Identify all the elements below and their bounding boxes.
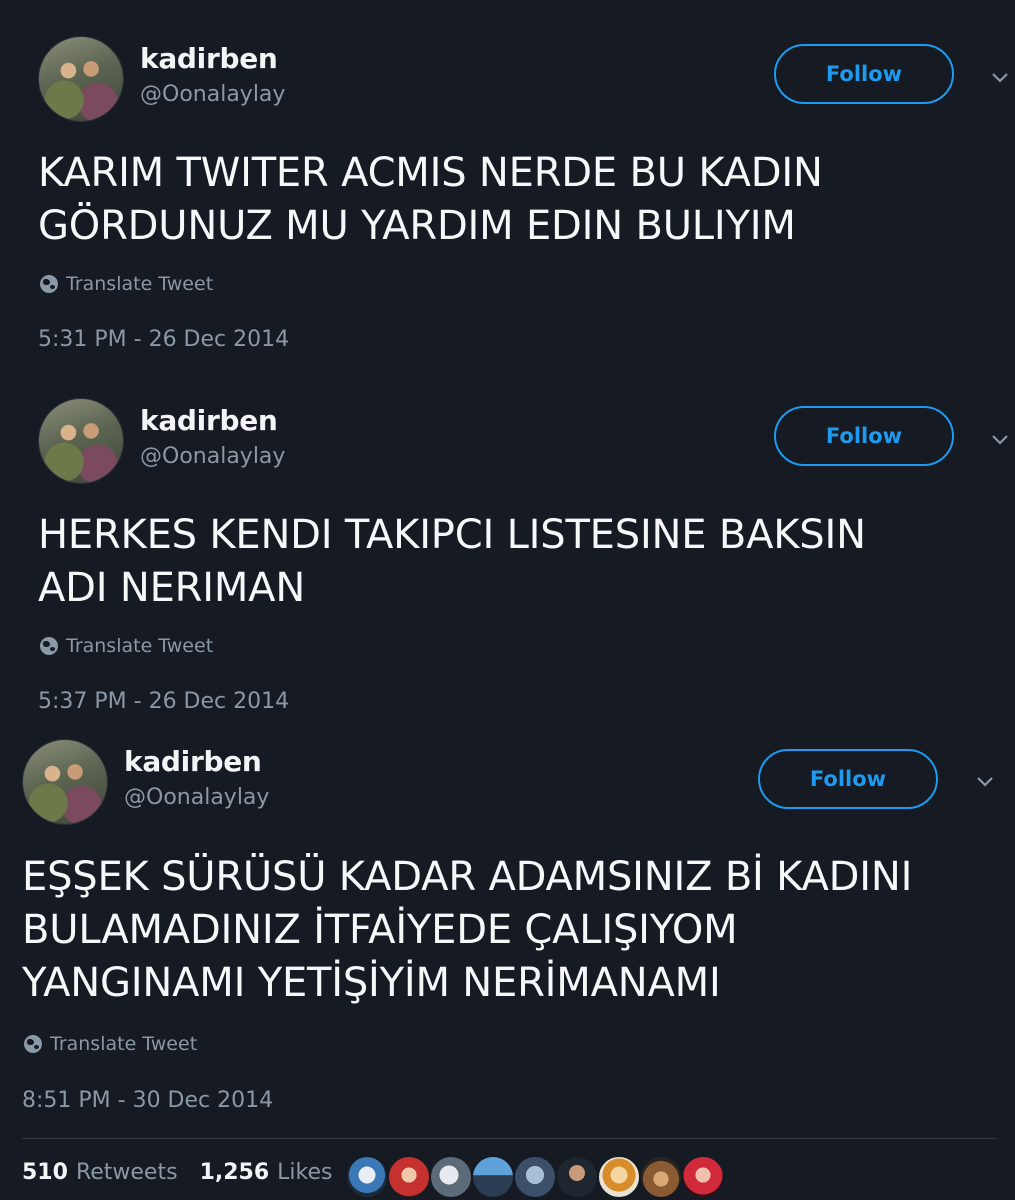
tweet-timestamp[interactable]: 5:31 PM - 26 Dec 2014 xyxy=(38,327,289,352)
liker-avatar[interactable] xyxy=(429,1155,473,1199)
display-name[interactable]: kadirben xyxy=(140,404,278,437)
translate-label: Translate Tweet xyxy=(50,1033,198,1055)
liker-avatar[interactable] xyxy=(639,1155,683,1199)
user-avatar[interactable] xyxy=(22,739,108,825)
translate-tweet-link[interactable]: Translate Tweet xyxy=(40,635,213,657)
translate-tweet-link[interactable]: Translate Tweet xyxy=(40,273,213,295)
liker-avatar[interactable] xyxy=(345,1155,389,1199)
chevron-down-icon[interactable] xyxy=(990,430,1010,450)
tweet-text: KARIM TWITER ACMIS NERDE BU KADIN GÖRDUN… xyxy=(38,147,823,253)
user-handle[interactable]: @Oonalaylay xyxy=(124,785,269,810)
chevron-down-icon[interactable] xyxy=(975,772,995,792)
display-name[interactable]: kadirben xyxy=(124,745,262,778)
divider xyxy=(22,1138,997,1139)
translate-label: Translate Tweet xyxy=(66,273,214,295)
retweets-label[interactable]: Retweets xyxy=(76,1160,178,1185)
display-name[interactable]: kadirben xyxy=(140,42,278,75)
translate-label: Translate Tweet xyxy=(66,635,214,657)
liker-avatar[interactable] xyxy=(387,1155,431,1199)
tweet-text-line: BULAMADINIZ İTFAİYEDE ÇALIŞIYOM xyxy=(22,907,738,953)
liker-avatar[interactable] xyxy=(597,1155,641,1199)
liker-avatar[interactable] xyxy=(471,1155,515,1199)
tweet-thread-screenshot: kadirben @Oonalaylay Follow KARIM TWITER… xyxy=(0,0,1015,1200)
liker-avatar[interactable] xyxy=(681,1155,725,1199)
user-avatar[interactable] xyxy=(38,398,124,484)
liker-avatar[interactable] xyxy=(513,1155,557,1199)
globe-icon xyxy=(40,275,58,293)
tweet-3: kadirben @Oonalaylay Follow EŞŞEK SÜRÜSÜ… xyxy=(0,705,1015,1135)
globe-icon xyxy=(24,1035,42,1053)
likes-label[interactable]: Likes xyxy=(277,1160,332,1185)
user-avatar[interactable] xyxy=(38,36,124,122)
follow-button[interactable]: Follow xyxy=(758,749,938,809)
tweet-text: HERKES KENDI TAKIPCI LISTESINE BAKSIN AD… xyxy=(38,509,866,615)
translate-tweet-link[interactable]: Translate Tweet xyxy=(24,1033,197,1055)
user-handle[interactable]: @Oonalaylay xyxy=(140,82,285,107)
tweet-text-line: EŞŞEK SÜRÜSÜ KADAR ADAMSINIZ Bİ KADINI xyxy=(22,854,913,900)
tweet-text-line: ADI NERIMAN xyxy=(38,565,306,611)
follow-button[interactable]: Follow xyxy=(774,44,954,104)
chevron-down-icon[interactable] xyxy=(990,68,1010,88)
tweet-text-line: HERKES KENDI TAKIPCI LISTESINE BAKSIN xyxy=(38,512,866,558)
tweet-text-line: GÖRDUNUZ MU YARDIM EDIN BULIYIM xyxy=(38,203,796,249)
tweet-1: kadirben @Oonalaylay Follow KARIM TWITER… xyxy=(0,0,1015,370)
user-handle[interactable]: @Oonalaylay xyxy=(140,444,285,469)
liker-avatar[interactable] xyxy=(555,1155,599,1199)
follow-button[interactable]: Follow xyxy=(774,406,954,466)
tweet-text-line: KARIM TWITER ACMIS NERDE BU KADIN xyxy=(38,150,823,196)
tweet-2: kadirben @Oonalaylay Follow HERKES KENDI… xyxy=(0,362,1015,732)
likers-avatars xyxy=(345,1155,725,1199)
tweet-timestamp[interactable]: 8:51 PM - 30 Dec 2014 xyxy=(22,1088,273,1113)
tweet-text: EŞŞEK SÜRÜSÜ KADAR ADAMSINIZ Bİ KADINI B… xyxy=(22,851,912,1010)
tweet-text-line: YANGINAMI YETİŞİYİM NERİMANAMI xyxy=(22,960,721,1006)
retweets-count[interactable]: 510 xyxy=(22,1160,68,1185)
tweet-stats: 510 Retweets 1,256 Likes xyxy=(22,1160,332,1185)
globe-icon xyxy=(40,637,58,655)
likes-count[interactable]: 1,256 xyxy=(200,1160,270,1185)
